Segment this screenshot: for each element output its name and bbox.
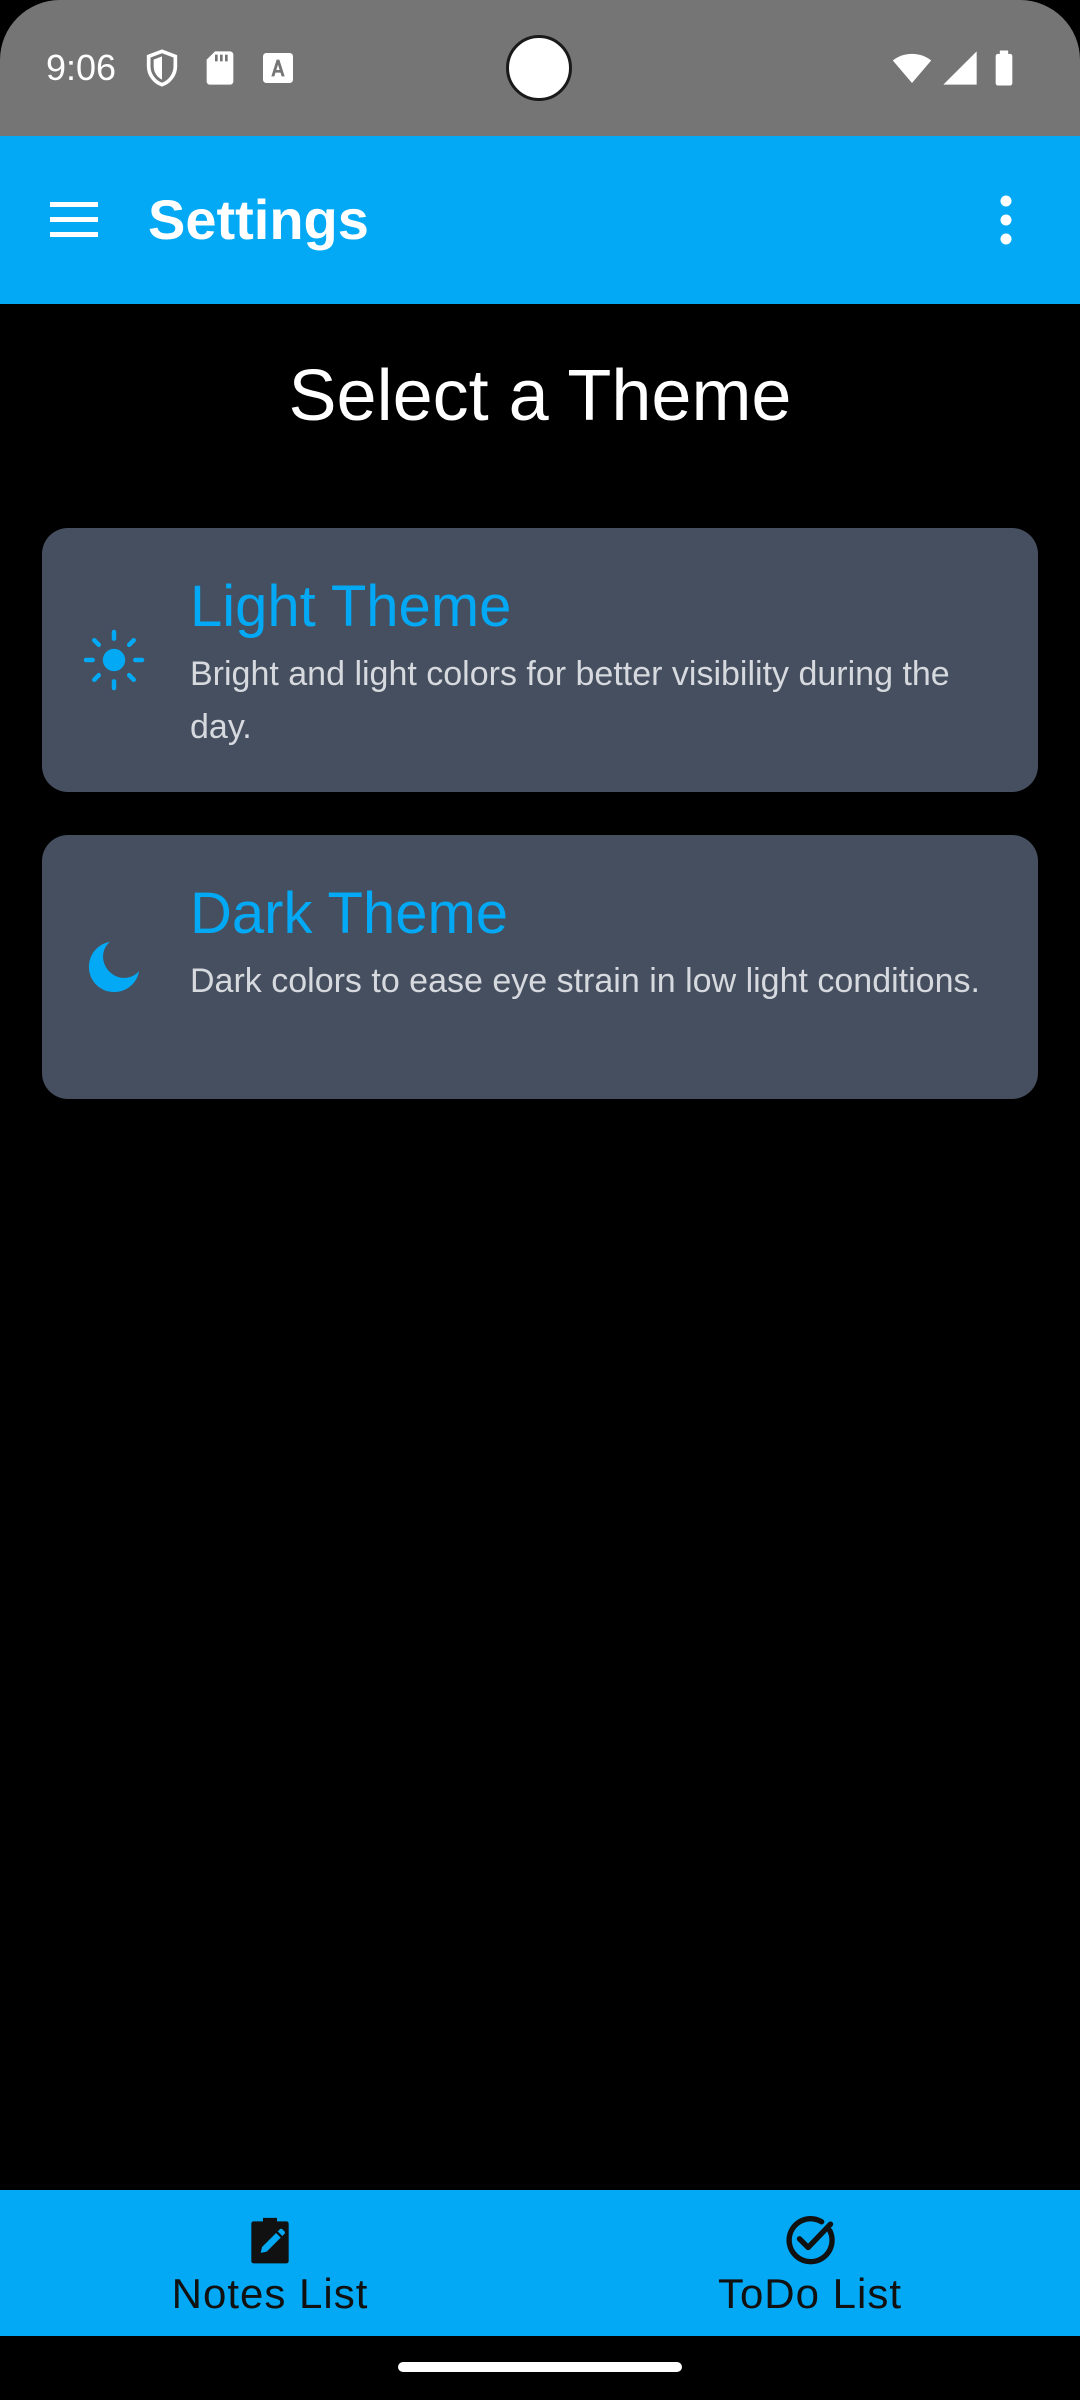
hamburger-menu-icon[interactable] (46, 196, 102, 244)
wifi-icon (892, 53, 932, 83)
bottom-navigation: Notes List ToDo List (0, 2190, 1080, 2336)
camera-cutout (506, 35, 572, 101)
dark-theme-description: Dark colors to ease eye strain in low li… (190, 962, 980, 1000)
more-vert-icon[interactable] (988, 192, 1024, 248)
light-theme-card[interactable]: Light Theme Bright and light colors for … (42, 528, 1038, 792)
signal-icon (943, 51, 977, 85)
status-bar: 9:06 (0, 0, 1080, 136)
app-bar: Settings (0, 136, 1080, 304)
app-bar-title: Settings (148, 188, 369, 251)
shield-icon (146, 49, 178, 87)
check-circle-icon (786, 2216, 835, 2265)
home-indicator[interactable] (398, 2362, 682, 2372)
dark-theme-card[interactable]: Dark Theme Dark colors to ease eye strai… (42, 835, 1038, 1099)
light-theme-title: Light Theme (190, 574, 512, 639)
moon-icon (88, 941, 140, 993)
font-download-icon (263, 53, 293, 83)
dark-theme-title: Dark Theme (190, 881, 509, 946)
nav-item-todo-list[interactable]: ToDo List (540, 2190, 1080, 2336)
sun-icon (83, 629, 145, 691)
clipboard-edit-icon (251, 2217, 289, 2264)
battery-icon (995, 50, 1013, 86)
status-time: 9:06 (46, 47, 117, 88)
nav-label-todo-list: ToDo List (717, 2270, 903, 2317)
sd-card-icon (206, 51, 234, 85)
nav-item-notes-list[interactable]: Notes List (0, 2190, 540, 2336)
light-theme-description: Bright and light colors for better visib… (190, 655, 950, 746)
page-heading: Select a Theme (288, 356, 792, 436)
nav-label-notes-list: Notes List (171, 2270, 369, 2317)
settings-screen: 9:06 Settings Select a Theme Light Theme… (0, 0, 1080, 2400)
